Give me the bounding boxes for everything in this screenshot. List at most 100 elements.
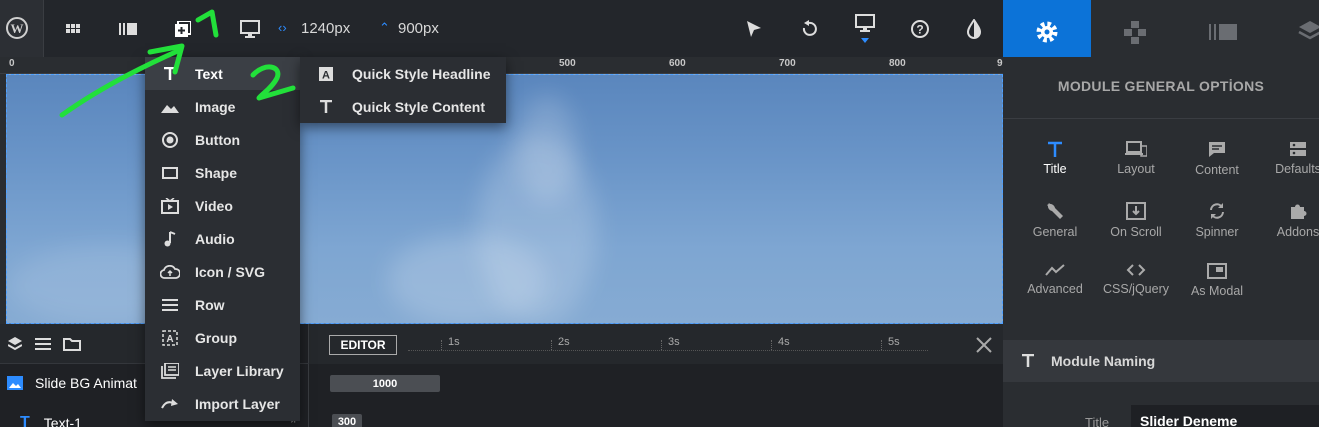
text-icon: [1022, 354, 1034, 367]
option-label: Title: [1043, 162, 1067, 176]
time-label: 5s: [888, 336, 900, 348]
help-icon[interactable]: ?: [904, 13, 936, 45]
svg-text:A: A: [166, 334, 173, 345]
layers-icon[interactable]: [8, 337, 22, 351]
option-spinner[interactable]: Spinner: [1177, 202, 1257, 239]
menu-item-video[interactable]: Video: [145, 189, 300, 222]
slides-icon: [1209, 24, 1237, 40]
chart-icon: [1045, 264, 1065, 276]
wordpress-logo-button[interactable]: W: [0, 0, 44, 57]
tab-module-settings[interactable]: [1003, 0, 1091, 57]
tab-slides[interactable]: [1209, 24, 1237, 40]
image-icon: [7, 376, 23, 390]
tab-navigation[interactable]: [1122, 19, 1148, 45]
menu-item-label: Row: [195, 296, 225, 313]
menu-item-import-layer[interactable]: Import Layer: [145, 387, 300, 420]
timeline-bar[interactable]: 300: [332, 414, 362, 427]
menu-item-quick-style-headline[interactable]: A Quick Style Headline: [300, 57, 506, 90]
svg-text:?: ?: [916, 23, 923, 37]
import-icon: [145, 398, 195, 410]
menu-item-group[interactable]: A Group: [145, 321, 300, 354]
grid-icon[interactable]: [57, 13, 89, 45]
time-tick: [661, 340, 662, 350]
divider: [1003, 118, 1319, 119]
panel-title: MODULE GENERAL OPTİONS: [1057, 78, 1265, 94]
height-value[interactable]: 900px: [398, 20, 439, 37]
option-layout[interactable]: Layout: [1096, 141, 1176, 176]
layout-icon: [1125, 141, 1147, 157]
menu-item-label: Quick Style Content: [352, 98, 486, 115]
close-icon[interactable]: [975, 336, 993, 354]
module-naming-section[interactable]: Module Naming: [1003, 340, 1319, 382]
time-ruler-dots: [408, 350, 928, 351]
option-label: Defaults: [1275, 162, 1319, 176]
menu-item-layer-library[interactable]: Layer Library: [145, 354, 300, 387]
option-defaults[interactable]: Defaults: [1258, 141, 1319, 176]
menu-icon[interactable]: [35, 338, 51, 350]
menu-item-row[interactable]: Row: [145, 288, 300, 321]
menu-item-label: Shape: [195, 164, 238, 181]
option-general[interactable]: General: [1015, 202, 1095, 239]
media-library-icon[interactable]: [112, 13, 144, 45]
time-label: 2s: [558, 336, 570, 348]
width-value[interactable]: 1240px: [301, 20, 350, 37]
option-as-modal[interactable]: As Modal: [1177, 263, 1257, 298]
audio-icon: [145, 230, 195, 247]
layer-row[interactable]: T Text-1: [0, 404, 145, 427]
undo-icon[interactable]: [793, 13, 825, 45]
menu-item-button[interactable]: Button: [145, 123, 300, 156]
option-label: Advanced: [1027, 282, 1083, 296]
menu-item-label: Import Layer: [195, 395, 280, 412]
option-label: Layout: [1117, 162, 1155, 176]
menu-item-label: Image: [195, 98, 236, 115]
menu-item-text[interactable]: Text: [145, 57, 300, 90]
cursor-icon[interactable]: [738, 13, 770, 45]
svg-text:A: A: [322, 69, 330, 81]
option-content[interactable]: Content: [1177, 141, 1257, 177]
text-icon: T: [20, 414, 30, 427]
menu-item-label: Video: [195, 197, 233, 214]
time-tick: [441, 340, 442, 350]
image-icon: [145, 101, 195, 113]
layer-name: Slide BG Animat: [35, 375, 137, 391]
device-view-icon[interactable]: [849, 13, 881, 45]
defaults-icon: [1290, 142, 1306, 156]
option-label: Addons: [1276, 225, 1319, 239]
layers-header: [0, 324, 145, 364]
menu-item-quick-style-content[interactable]: Quick Style Content: [300, 90, 506, 123]
title-input[interactable]: Slider Deneme: [1131, 405, 1319, 427]
option-advanced[interactable]: Advanced: [1015, 263, 1095, 296]
option-on-scroll[interactable]: On Scroll: [1096, 202, 1176, 239]
folder-icon[interactable]: [63, 337, 81, 351]
option-label: Spinner: [1195, 225, 1239, 239]
ruler-label: 9: [997, 58, 1003, 69]
menu-item-audio[interactable]: Audio: [145, 222, 300, 255]
editor-button[interactable]: EDITOR: [329, 335, 397, 355]
add-layer-icon[interactable]: [167, 13, 199, 45]
time-tick: [551, 340, 552, 350]
menu-item-icon-svg[interactable]: Icon / SVG: [145, 255, 300, 288]
menu-item-image[interactable]: Image: [145, 90, 300, 123]
tab-layers[interactable]: [1298, 20, 1319, 44]
cloud-shape: [387, 235, 547, 323]
menu-item-shape[interactable]: Shape: [145, 156, 300, 189]
layer-row[interactable]: Slide BG Animat: [0, 364, 145, 402]
content-icon: [1209, 142, 1225, 157]
add-layer-menu: Text Image Button Shape Video Audio Icon…: [145, 57, 300, 421]
time-label: 1s: [448, 336, 460, 348]
on-scroll-icon: [1126, 202, 1146, 220]
text-icon: [300, 99, 352, 114]
text-submenu: A Quick Style Headline Quick Style Conte…: [300, 57, 506, 123]
menu-item-label: Audio: [195, 230, 235, 247]
time-label: 3s: [668, 336, 680, 348]
option-title[interactable]: Title: [1015, 141, 1095, 176]
svg-text:W: W: [11, 21, 24, 36]
desktop-view-icon[interactable]: [234, 13, 266, 45]
option-addons[interactable]: Addons: [1258, 202, 1319, 239]
timeline-bar[interactable]: 1000: [330, 375, 440, 392]
ruler-label: 600: [669, 58, 686, 69]
contrast-icon[interactable]: [958, 13, 990, 45]
puzzle-icon: [1291, 204, 1307, 219]
text-icon: [145, 66, 195, 81]
option-css-jquery[interactable]: CSS/jQuery: [1096, 263, 1176, 296]
